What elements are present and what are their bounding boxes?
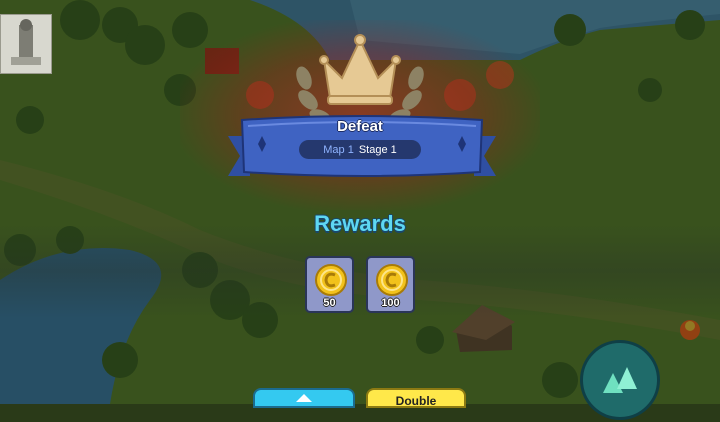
home-button[interactable] bbox=[253, 388, 355, 408]
reward-item[interactable]: 100 bbox=[366, 256, 415, 313]
gold-coin-icon bbox=[376, 264, 408, 296]
rewards-title: Rewards bbox=[314, 211, 406, 236]
home-icon bbox=[296, 394, 312, 402]
reward-item[interactable]: 50 bbox=[305, 256, 354, 313]
result-title: Defeat bbox=[337, 118, 383, 135]
reward-amount: 100 bbox=[381, 297, 400, 309]
player-portrait[interactable] bbox=[0, 14, 52, 74]
skill-button[interactable] bbox=[580, 340, 660, 420]
gold-coin-icon bbox=[315, 264, 347, 296]
reward-amount: 50 bbox=[323, 297, 336, 309]
character-avatar-icon bbox=[11, 19, 41, 65]
map-label: Map 1 bbox=[323, 143, 354, 156]
stage-indicator: Map 1 Stage 1 bbox=[299, 140, 421, 159]
stage-label: Stage 1 bbox=[358, 143, 397, 156]
double-reward-button[interactable]: Double bbox=[366, 388, 466, 408]
rewards-band bbox=[0, 224, 720, 318]
arrows-up-icon bbox=[603, 367, 637, 393]
crown-icon bbox=[296, 34, 424, 123]
